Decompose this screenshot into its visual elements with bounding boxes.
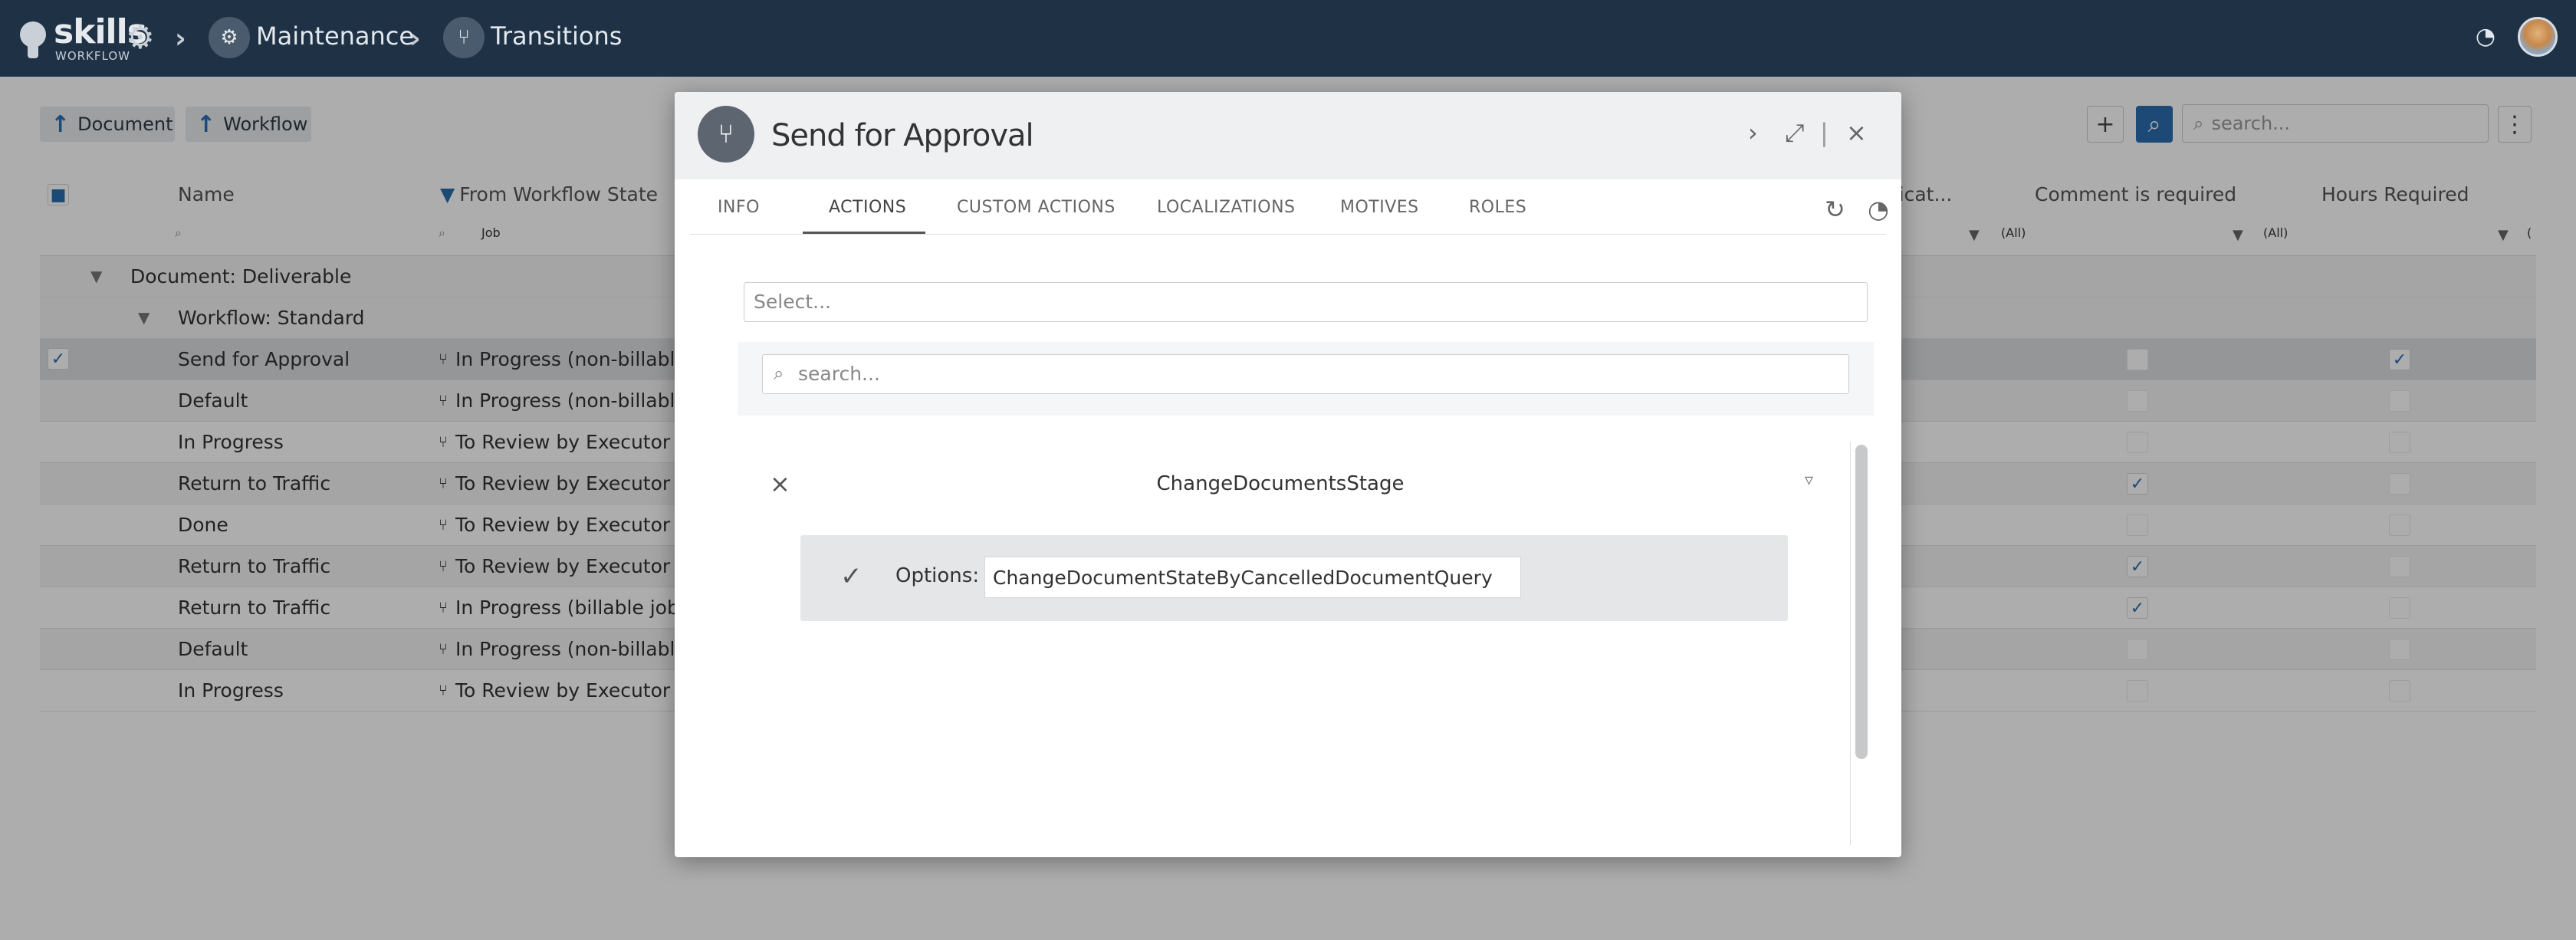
actions-search-placeholder: search... (798, 363, 880, 385)
breadcrumb-transitions[interactable]: Transitions (491, 21, 622, 51)
options-input[interactable]: ChangeDocumentStateByCancelledDocumentQu… (984, 557, 1521, 598)
search-icon: ⌕ (774, 363, 784, 384)
header-divider: | (1820, 118, 1829, 147)
branch-icon: ⑂ (698, 106, 754, 163)
close-icon[interactable]: × (1846, 118, 1867, 147)
chevron-right-icon[interactable]: › (1748, 118, 1758, 147)
pie-chart-icon[interactable]: ◔ (2470, 21, 2501, 52)
logo-subtitle: WORKFLOW (55, 49, 130, 63)
lightbulb-icon (20, 21, 46, 48)
checkmark-icon[interactable]: ✓ (840, 561, 863, 592)
pie-chart-icon[interactable]: ◔ (1868, 195, 1889, 224)
tab-roles[interactable]: ROLES (1469, 198, 1526, 217)
action-name: ChangeDocumentsStage (1156, 472, 1405, 495)
action-select[interactable]: Select... (744, 282, 1868, 322)
breadcrumb-maintenance[interactable]: Maintenance (256, 21, 414, 51)
options-label: Options: (895, 564, 980, 587)
tab-actions[interactable]: ACTIONS (829, 198, 906, 217)
dialog-title: Send for Approval (771, 118, 1034, 153)
tab-info[interactable]: INFO (718, 198, 760, 217)
dialog-header: ⑂ Send for Approval › ⤢ | × (675, 92, 1901, 179)
tab-localizations[interactable]: LOCALIZATIONS (1157, 198, 1296, 217)
active-tab-indicator (803, 232, 925, 234)
maximize-icon[interactable]: ⤢ (1785, 118, 1805, 148)
transitions-branch-icon: ⑂ (443, 17, 485, 58)
tab-motives[interactable]: MOTIVES (1340, 198, 1419, 217)
actions-search-input[interactable]: ⌕ search... (762, 354, 1849, 394)
scrollbar-thumb[interactable] (1855, 445, 1868, 759)
top-bar: skills ⚙ WORKFLOW › ⚙ Maintenance › ⑂ Tr… (0, 0, 2576, 77)
chevron-right-icon: › (175, 23, 186, 54)
user-avatar[interactable] (2518, 17, 2558, 57)
refresh-icon[interactable]: ↻ (1825, 195, 1845, 224)
skills-workflow-logo[interactable]: skills ⚙ WORKFLOW (18, 11, 164, 64)
expand-caret-icon[interactable]: ▿ (1805, 471, 1813, 490)
maintenance-gears-icon: ⚙ (209, 17, 250, 58)
dialog-tabs: INFO ACTIONS CUSTOM ACTIONS LOCALIZATION… (690, 179, 1889, 235)
lightbulb-base (28, 46, 38, 58)
transition-dialog: ⑂ Send for Approval › ⤢ | × INFO ACTIONS… (675, 92, 1901, 857)
chevron-right-icon: › (409, 23, 421, 54)
tab-custom-actions[interactable]: CUSTOM ACTIONS (957, 198, 1116, 217)
